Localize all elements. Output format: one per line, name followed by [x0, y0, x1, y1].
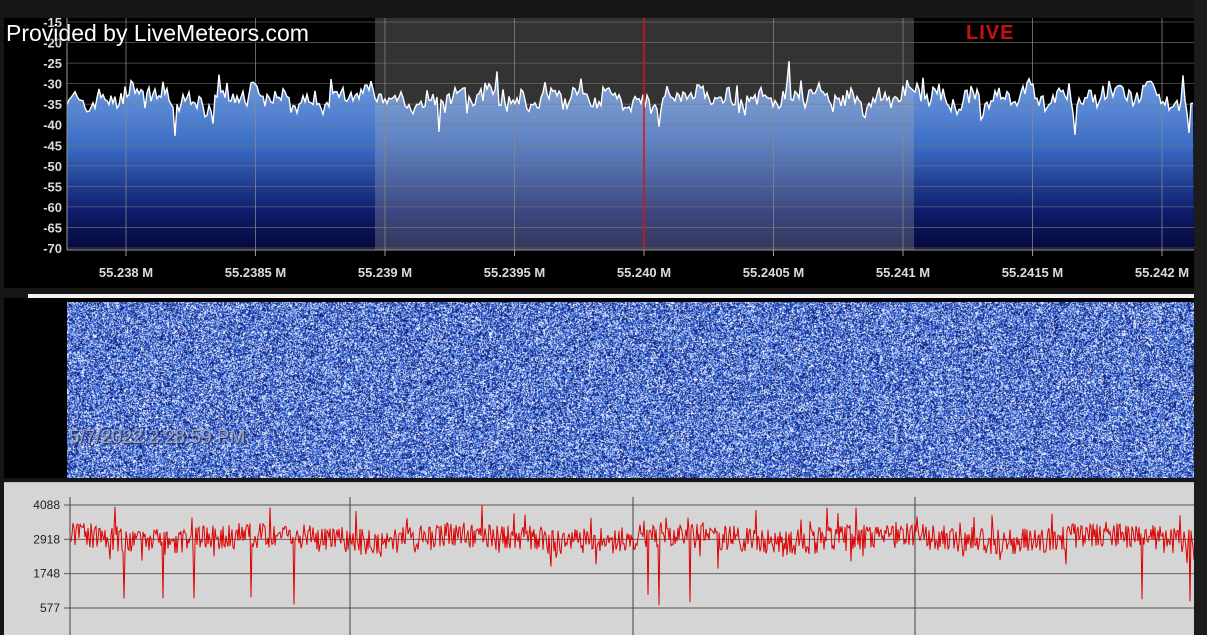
amplitude-y-tick-label: 577 — [40, 601, 60, 615]
spectrum-plot: -15-20-25-30-35-40-45-50-55-60-65-70 55.… — [43, 18, 1194, 280]
spectrum-x-tick-label: 55.239 M — [358, 265, 412, 280]
amplitude-grid — [70, 497, 1194, 635]
window-edge — [1194, 0, 1207, 634]
spectrum-y-tick-label: -55 — [43, 179, 62, 194]
amplitude-y-tick-label: 4088 — [33, 498, 60, 512]
waterfall-timestamp: 5/7/2022 2:28:59 PM — [69, 427, 246, 448]
provider-credit: Provided by LiveMeteors.com — [6, 20, 309, 46]
spectrum-x-tick-label: 55.2415 M — [1002, 265, 1063, 280]
spectrum-y-tick-label: -70 — [43, 241, 62, 256]
spectrum-x-tick-label: 55.240 M — [617, 265, 671, 280]
spectrum-x-tick-label: 55.2405 M — [743, 265, 804, 280]
spectrum-y-tick-label: -60 — [43, 200, 62, 215]
waterfall-panel — [4, 298, 1194, 478]
spectrum-y-tick-label: -65 — [43, 220, 62, 235]
spectrum-x-axis: 55.238 M 55.2385 M 55.239 M 55.2395 M 55.240… — [67, 249, 1194, 280]
spectrum-x-tick-label: 55.238 M — [99, 265, 153, 280]
spectrum-y-tick-label: -40 — [43, 118, 62, 133]
spectrum-y-tick-label: -45 — [43, 138, 62, 153]
spectrum-y-tick-label: -25 — [43, 56, 62, 71]
amplitude-y-tick-label: 2918 — [33, 532, 60, 546]
spectrum-panel: -15 -20 -25 -30 -35 -40 -45 -50 -55 -60 -65 -70 55.… — [4, 18, 1194, 288]
spectrum-x-tick-label: 55.242 M — [1135, 265, 1189, 280]
amplitude-panel: 4088 2918 1748 577 — [4, 482, 1194, 635]
spectrum-x-tick-label: 55.2385 M — [225, 265, 286, 280]
live-badge: LIVE — [966, 22, 1015, 44]
spectrum-y-tick-label: -50 — [43, 159, 62, 174]
spectrum-y-axis: -15-20-25-30-35-40-45-50-55-60-65-70 — [43, 18, 68, 256]
meteor-radar-window: -15 -20 -25 -30 -35 -40 -45 -50 -55 -60 -65 -70 55.… — [0, 0, 1207, 635]
amplitude-y-tick-label: 1748 — [33, 567, 60, 581]
waterfall-display — [67, 302, 1194, 478]
spectrum-x-tick-label: 55.241 M — [876, 265, 930, 280]
spectrum-y-tick-label: -30 — [43, 77, 62, 92]
spectrum-y-tick-label: -35 — [43, 97, 62, 112]
amplitude-plot: 4088 2918 1748 577 — [33, 497, 1194, 635]
spectrum-x-tick-label: 55.2395 M — [484, 265, 545, 280]
amplitude-y-axis: 4088 2918 1748 577 — [33, 497, 71, 635]
